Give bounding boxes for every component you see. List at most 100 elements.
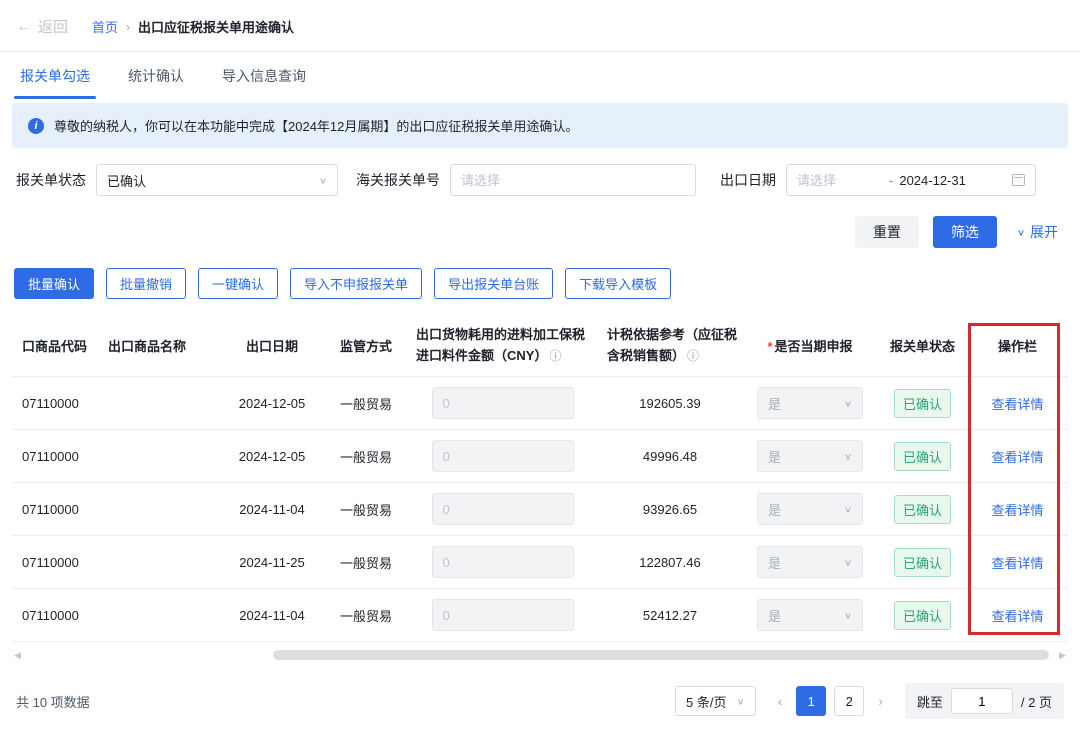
calendar-icon: [1012, 174, 1025, 186]
chevron-down-icon: ∨: [737, 696, 745, 706]
table-header-row: 口商品代码 出口商品名称 出口日期 监管方式 出口货物耗用的进料加工保税进口料件…: [12, 315, 1068, 377]
declare-select[interactable]: 是 ∨: [757, 546, 863, 578]
top-bar: ← 返回 首页 › 出口应征税报关单用途确认: [0, 0, 1080, 51]
header-declare-label: 是否当期申报: [775, 339, 853, 354]
info-icon[interactable]: ⓘ: [549, 349, 561, 363]
cell-tax-base: 192605.39: [595, 396, 745, 411]
cell-declare: 是 ∨: [745, 546, 875, 578]
declare-select[interactable]: 是 ∨: [757, 440, 863, 472]
declare-select-value: 是: [768, 447, 781, 466]
material-amount-input[interactable]: [432, 599, 574, 631]
header-status: 报关单状态: [875, 336, 970, 355]
back-button[interactable]: ← 返回: [16, 16, 68, 37]
cell-action: 查看详情: [970, 394, 1065, 413]
date-start-input[interactable]: [797, 173, 883, 188]
material-amount-input[interactable]: [432, 493, 574, 525]
status-badge: 已确认: [894, 601, 951, 630]
header-product-code: 口商品代码: [12, 336, 102, 355]
table-body: 07110000 2024-12-05 一般贸易 192605.39 是 ∨ 已…: [12, 377, 1068, 642]
breadcrumb-separator-icon: ›: [126, 20, 130, 34]
batch-revoke-button[interactable]: 批量撤销: [106, 268, 186, 299]
header-export-date: 出口日期: [222, 336, 322, 355]
header-tax-base: 计税依据参考（应征税含税销售额）ⓘ: [595, 325, 745, 365]
pagination: 5 条/页 ∨ ‹ 1 2 › 跳至 / 2 页: [675, 683, 1064, 719]
scrollbar-track[interactable]: [25, 650, 1055, 660]
tab-import-info-query[interactable]: 导入信息查询: [222, 52, 306, 99]
view-detail-link[interactable]: 查看详情: [991, 397, 1043, 412]
required-mark: *: [767, 339, 772, 354]
scroll-right-icon[interactable]: ▶: [1059, 650, 1066, 661]
view-detail-link[interactable]: 查看详情: [991, 609, 1043, 624]
declare-select-value: 是: [768, 394, 781, 413]
header-supervision-mode: 监管方式: [322, 336, 410, 355]
cell-action: 查看详情: [970, 447, 1065, 466]
status-select[interactable]: 已确认 ∨: [96, 164, 338, 196]
breadcrumb-home-link[interactable]: 首页: [92, 17, 118, 36]
declare-select[interactable]: 是 ∨: [757, 599, 863, 631]
jump-input[interactable]: [951, 688, 1013, 714]
prev-page-icon[interactable]: ‹: [772, 693, 789, 709]
declare-select[interactable]: 是 ∨: [757, 387, 863, 419]
page-button-2[interactable]: 2: [834, 686, 864, 716]
chevron-down-icon: ∨: [844, 504, 852, 514]
page-title: 出口应征税报关单用途确认: [138, 17, 294, 36]
export-ledger-button[interactable]: 导出报关单台账: [434, 268, 553, 299]
import-undeclared-button[interactable]: 导入不申报报关单: [290, 268, 422, 299]
chevron-down-icon: ∨: [844, 451, 852, 461]
cell-product-code: 07110000: [12, 555, 102, 570]
info-icon[interactable]: ⓘ: [687, 349, 699, 363]
chevron-down-icon: ∨: [844, 398, 852, 408]
page-size-select[interactable]: 5 条/页 ∨: [675, 686, 756, 716]
scrollbar-thumb[interactable]: [273, 650, 1049, 660]
export-date-range[interactable]: - 2024-12-31: [786, 164, 1036, 196]
one-click-confirm-button[interactable]: 一键确认: [198, 268, 278, 299]
horizontal-scrollbar[interactable]: ◀ ▶: [14, 649, 1066, 661]
breadcrumb: 首页 › 出口应征税报关单用途确认: [92, 17, 294, 36]
back-label: 返回: [38, 16, 68, 37]
status-badge: 已确认: [894, 548, 951, 577]
cell-status: 已确认: [875, 495, 970, 524]
material-amount-input[interactable]: [432, 440, 574, 472]
chevron-down-icon: ∨: [844, 610, 852, 620]
declare-select[interactable]: 是 ∨: [757, 493, 863, 525]
status-badge: 已确认: [894, 495, 951, 524]
status-select-value: 已确认: [107, 171, 146, 190]
tab-declaration-check[interactable]: 报关单勾选: [20, 52, 90, 99]
tab-statistics-confirm[interactable]: 统计确认: [128, 52, 184, 99]
cell-supervision-mode: 一般贸易: [322, 606, 410, 625]
reset-button[interactable]: 重置: [855, 216, 919, 248]
view-detail-link[interactable]: 查看详情: [991, 450, 1043, 465]
cell-tax-base: 122807.46: [595, 555, 745, 570]
cell-product-code: 07110000: [12, 449, 102, 464]
filter-button[interactable]: 筛选: [933, 216, 997, 248]
header-action: 操作栏: [970, 336, 1065, 355]
cell-declare: 是 ∨: [745, 387, 875, 419]
page-button-1[interactable]: 1: [796, 686, 826, 716]
back-arrow-icon: ←: [16, 18, 32, 36]
view-detail-link[interactable]: 查看详情: [991, 556, 1043, 571]
customs-no-input[interactable]: [461, 173, 685, 188]
cell-status: 已确认: [875, 601, 970, 630]
cell-action: 查看详情: [970, 553, 1065, 572]
status-filter-label: 报关单状态: [16, 170, 86, 190]
expand-toggle[interactable]: ∨ 展开: [1017, 222, 1058, 242]
next-page-icon[interactable]: ›: [872, 693, 889, 709]
cell-export-date: 2024-11-04: [222, 608, 322, 623]
cell-tax-base: 93926.65: [595, 502, 745, 517]
batch-confirm-button[interactable]: 批量确认: [14, 268, 94, 299]
material-amount-input[interactable]: [432, 387, 574, 419]
view-detail-link[interactable]: 查看详情: [991, 503, 1043, 518]
cell-material-amount: [410, 387, 595, 419]
download-template-button[interactable]: 下载导入模板: [565, 268, 671, 299]
cell-supervision-mode: 一般贸易: [322, 394, 410, 413]
cell-export-date: 2024-12-05: [222, 396, 322, 411]
chevron-down-icon: ∨: [844, 557, 852, 567]
chevron-down-icon: ∨: [319, 175, 327, 185]
info-banner: i 尊敬的纳税人，你可以在本功能中完成【2024年12月属期】的出口应征税报关单…: [12, 103, 1068, 148]
customs-no-field: [450, 164, 696, 196]
material-amount-input[interactable]: [432, 546, 574, 578]
cell-status: 已确认: [875, 442, 970, 471]
cell-action: 查看详情: [970, 500, 1065, 519]
scroll-left-icon[interactable]: ◀: [14, 650, 21, 661]
cell-export-date: 2024-11-25: [222, 555, 322, 570]
